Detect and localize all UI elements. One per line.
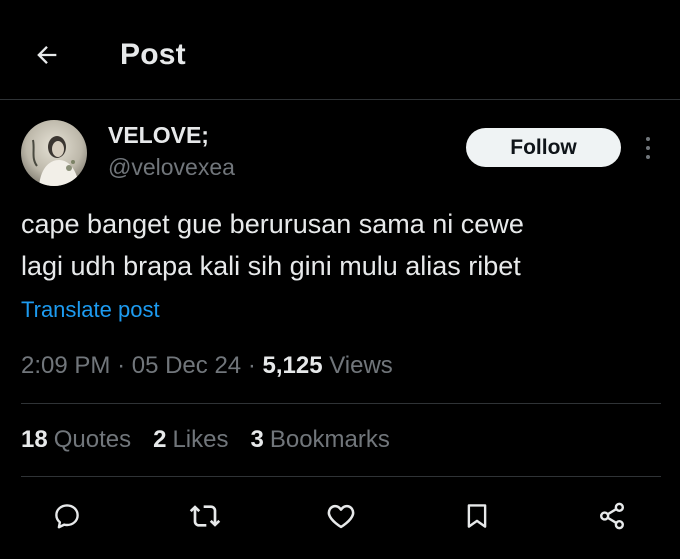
- more-options-button[interactable]: [638, 134, 658, 162]
- post-text: cape banget gue berurusan sama ni cewe l…: [21, 209, 524, 281]
- repost-icon: [189, 505, 221, 527]
- post-date[interactable]: 05 Dec 24: [132, 352, 241, 379]
- meta-separator: ·: [247, 352, 263, 379]
- post-meta: 2:09 PM · 05 Dec 24 · 5,125 Views: [21, 352, 393, 380]
- likes-count: 2: [153, 426, 167, 453]
- more-dots-icon: [646, 137, 650, 141]
- author-display-name[interactable]: VELOVE;: [108, 122, 209, 149]
- avatar[interactable]: [21, 120, 87, 186]
- divider: [21, 403, 661, 404]
- meta-separator: ·: [117, 352, 132, 379]
- bookmarks-label: Bookmarks: [269, 426, 390, 453]
- bookmarks-count: 3: [250, 426, 264, 453]
- views-count: 5,125: [262, 352, 323, 379]
- reply-button[interactable]: [49, 498, 85, 534]
- arrow-left-icon: [37, 46, 57, 64]
- page-title: Post: [120, 38, 186, 71]
- views-label: Views: [329, 352, 393, 379]
- top-bar: Post: [0, 0, 680, 100]
- avatar-image: [21, 120, 87, 186]
- like-button[interactable]: [323, 498, 359, 534]
- repost-button[interactable]: [187, 498, 223, 534]
- bookmark-icon: [467, 504, 487, 528]
- reply-icon: [55, 504, 79, 529]
- bookmark-button[interactable]: [459, 498, 495, 534]
- follow-button[interactable]: Follow: [466, 128, 621, 167]
- post-time[interactable]: 2:09 PM: [21, 352, 110, 379]
- share-icon: [600, 502, 624, 530]
- engagement-stats: 18 Quotes 2 Likes 3 Bookmarks: [21, 426, 390, 454]
- translate-post-link[interactable]: Translate post: [21, 297, 160, 323]
- action-bar: [0, 498, 680, 538]
- likes-label: Likes: [172, 426, 229, 453]
- like-icon: [327, 504, 355, 529]
- back-button[interactable]: [30, 38, 64, 72]
- author-handle[interactable]: @velovexea: [108, 154, 235, 181]
- quotes-label: Quotes: [53, 426, 132, 453]
- likes-stat[interactable]: 2 Likes: [153, 426, 228, 454]
- bookmarks-stat[interactable]: 3 Bookmarks: [250, 426, 389, 454]
- quotes-stat[interactable]: 18 Quotes: [21, 426, 131, 454]
- share-button[interactable]: [594, 498, 630, 534]
- quotes-count: 18: [21, 426, 48, 453]
- divider: [21, 476, 661, 477]
